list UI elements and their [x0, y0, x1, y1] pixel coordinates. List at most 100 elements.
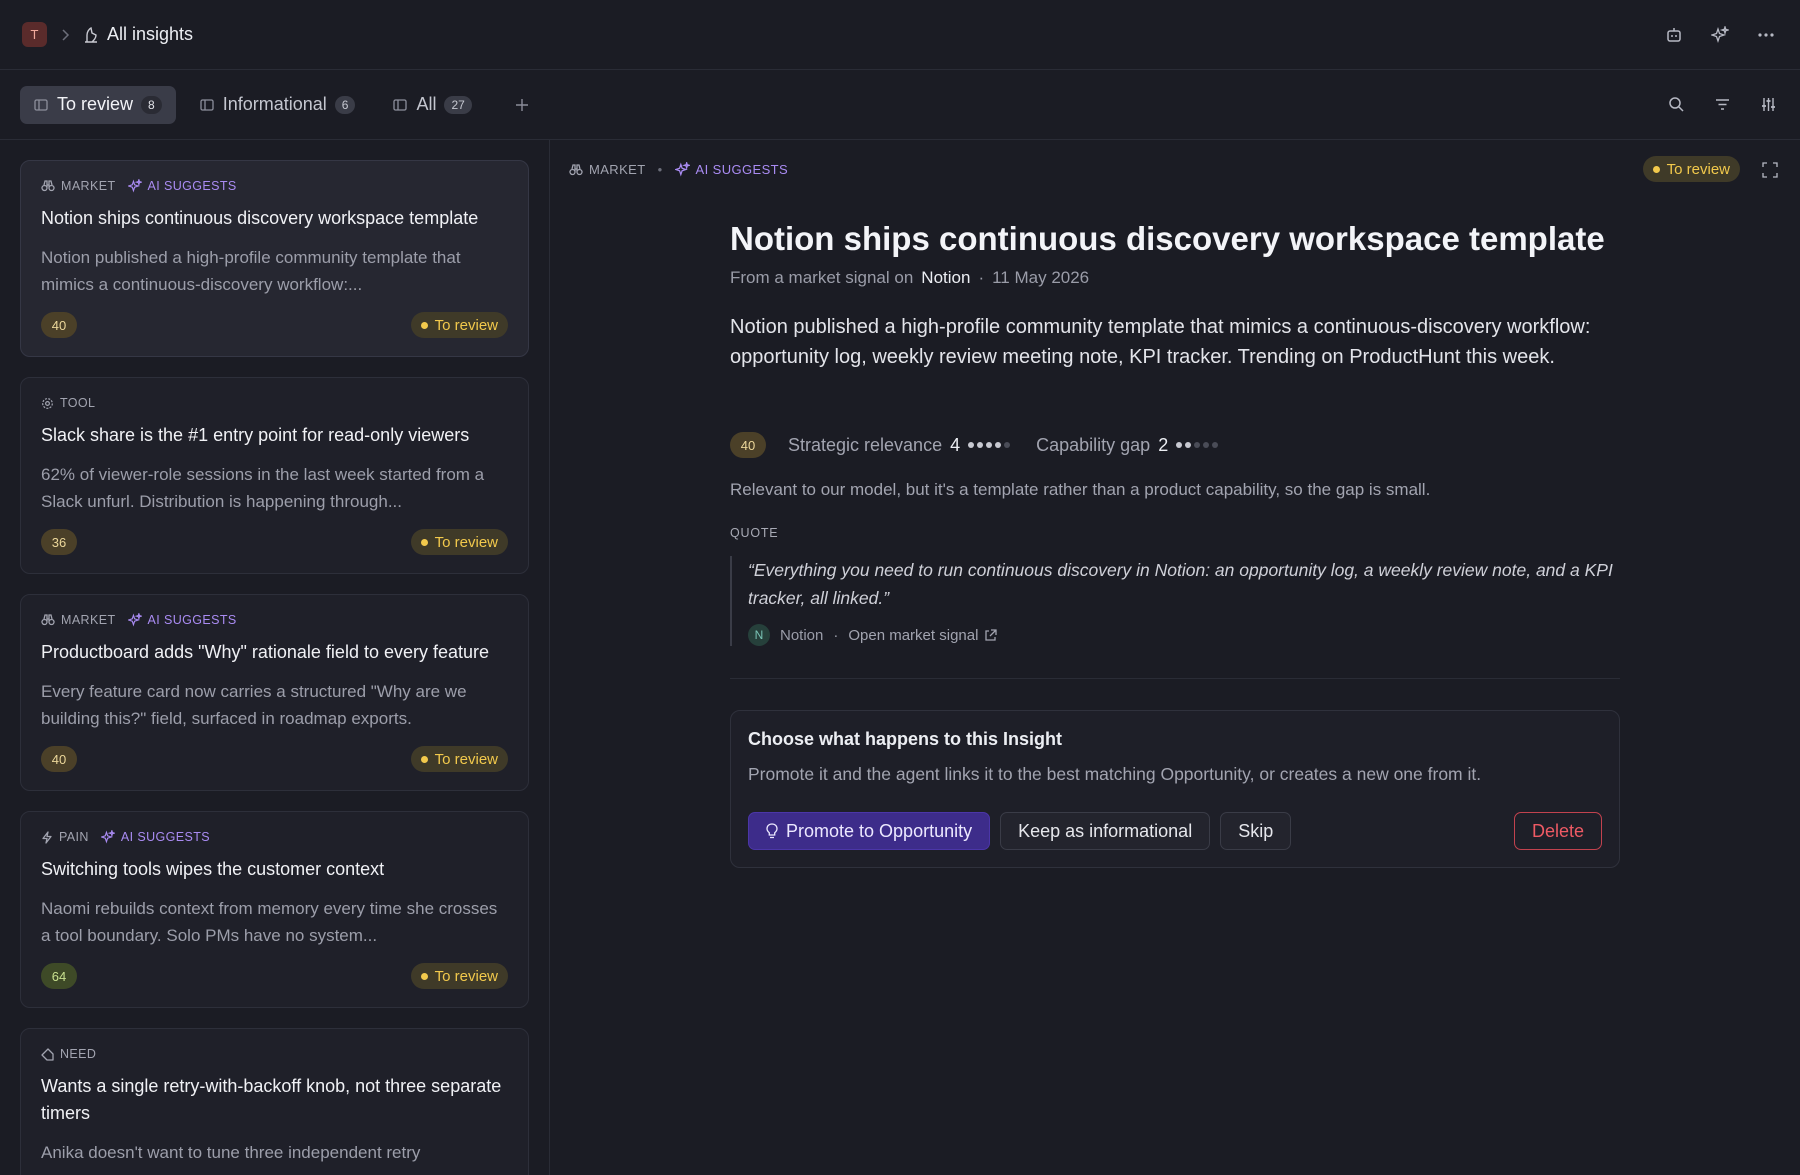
- rating-dot: [1212, 442, 1219, 448]
- score-badge: 40: [41, 746, 77, 772]
- quote-block: “Everything you need to run continuous d…: [730, 556, 1620, 646]
- score-badge: 36: [41, 529, 77, 555]
- capability-gap: Capability gap 2: [1036, 435, 1219, 456]
- tab-count: 27: [444, 95, 472, 114]
- card-body: Naomi rebuilds context from memory every…: [41, 899, 498, 945]
- status-badge: To review: [410, 529, 508, 555]
- rating-dot: [1203, 442, 1210, 448]
- action-subtitle: Promote it and the agent links it to the…: [748, 764, 1482, 784]
- status-badge: To review: [410, 312, 508, 338]
- ai-suggests-tag: AI SUGGESTS: [674, 162, 789, 177]
- keep-as-informational-button[interactable]: Keep as informational: [1000, 812, 1211, 850]
- more-icon[interactable]: [1754, 23, 1778, 47]
- quote-text: “Everything you need to run continuous d…: [748, 560, 1613, 608]
- dot-separator: •: [657, 162, 663, 177]
- tab-label: Informational: [222, 94, 327, 114]
- tab-count: 6: [334, 95, 356, 114]
- promote-to-opportunity-button[interactable]: Promote to Opportunity: [748, 812, 991, 850]
- view-tabs: To review 8 Informational 6 All 27: [0, 70, 1800, 140]
- tab-count: 8: [141, 95, 162, 114]
- insight-card[interactable]: NEED Wants a single retry-with-backoff k…: [20, 1028, 529, 1175]
- action-title: Choose what happens to this Insight: [748, 729, 1063, 749]
- tab-informational[interactable]: Informational 6: [186, 86, 370, 124]
- chevron-right-icon: [59, 28, 71, 42]
- insight-card[interactable]: MARKET AI SUGGESTS Productboard adds "Wh…: [20, 594, 529, 791]
- rating-dot: [977, 442, 984, 448]
- sparkles-icon[interactable]: [1708, 23, 1732, 47]
- insight-card[interactable]: TOOL Slack share is the #1 entry point f…: [20, 377, 529, 574]
- view-icon: [200, 98, 214, 111]
- expand-icon[interactable]: [1758, 158, 1782, 182]
- tab-to-review[interactable]: To review 8: [20, 85, 176, 124]
- filter-icon[interactable]: [1710, 93, 1734, 117]
- insight-description: Notion published a high-profile communit…: [730, 316, 1591, 368]
- tab-label: To review: [57, 94, 134, 114]
- gear-icon: [42, 397, 53, 409]
- delete-button[interactable]: Delete: [1513, 812, 1602, 850]
- quote-source: Notion: [780, 626, 824, 644]
- tool-tag: TOOL: [41, 396, 95, 410]
- source-link[interactable]: Notion: [921, 268, 970, 288]
- status-dropdown[interactable]: To review: [1642, 156, 1740, 182]
- score-badge: 40: [41, 312, 77, 338]
- card-title: Productboard adds "Why" rationale field …: [41, 642, 490, 662]
- card-body: Anika doesn't want to tune three indepen…: [41, 1143, 421, 1162]
- ai-suggests-tag: AI SUGGESTS: [127, 613, 237, 627]
- rating-dot: [986, 442, 993, 448]
- open-market-signal-link[interactable]: Open market signal: [848, 627, 998, 644]
- rating-dot: [995, 442, 1002, 448]
- card-title: Notion ships continuous discovery worksp…: [41, 208, 479, 228]
- market-tag: MARKET: [41, 179, 116, 193]
- score-badge: 64: [41, 963, 77, 989]
- rating-dot: [1176, 442, 1183, 448]
- ai-suggests-tag: AI SUGGESTS: [100, 830, 210, 844]
- need-tag: NEED: [41, 1047, 96, 1061]
- workspace-badge[interactable]: T: [22, 22, 47, 47]
- ai-suggests-tag: AI SUGGESTS: [127, 179, 237, 193]
- insight-date: 11 May 2026: [992, 268, 1090, 287]
- insight-icon: [83, 26, 99, 44]
- binoculars-icon: [41, 614, 55, 626]
- score-row: 40 Strategic relevance 4 Capability gap …: [730, 432, 1234, 458]
- display-settings-icon[interactable]: [1756, 93, 1780, 117]
- rating-dot: [968, 442, 975, 448]
- quote-label: QUOTE: [730, 526, 779, 540]
- view-icon: [34, 98, 48, 111]
- insight-meta: From a market signal on Notion · 11 May …: [730, 268, 1090, 288]
- score-rationale: Relevant to our model, but it's a templa…: [730, 480, 1431, 499]
- insight-title: Notion ships continuous discovery worksp…: [730, 220, 1605, 257]
- divider: [730, 678, 1620, 679]
- sparkles-icon: [674, 162, 690, 177]
- skip-button[interactable]: Skip: [1220, 812, 1292, 850]
- insight-list: MARKET AI SUGGESTS Notion ships continuo…: [0, 140, 550, 1175]
- card-body: Notion published a high-profile communit…: [41, 248, 461, 294]
- tab-all[interactable]: All 27: [379, 86, 485, 124]
- bot-icon[interactable]: [1662, 23, 1686, 47]
- rating-dot: [1194, 442, 1201, 448]
- search-icon[interactable]: [1664, 93, 1688, 117]
- external-link-icon: [985, 628, 998, 641]
- pain-tag: PAIN: [41, 830, 89, 844]
- binoculars-icon: [569, 163, 583, 175]
- sparkles-icon: [127, 179, 142, 193]
- sparkles-icon: [100, 830, 115, 844]
- card-title: Slack share is the #1 entry point for re…: [41, 425, 470, 445]
- insight-action-panel: Choose what happens to this Insight Prom…: [730, 710, 1620, 868]
- score-badge: 40: [730, 432, 766, 458]
- insight-card[interactable]: MARKET AI SUGGESTS Notion ships continuo…: [20, 160, 529, 357]
- sparkles-icon: [127, 613, 142, 627]
- insight-card[interactable]: PAIN AI SUGGESTS Switching tools wipes t…: [20, 811, 529, 1008]
- card-title: Switching tools wipes the customer conte…: [41, 859, 385, 879]
- card-title: Wants a single retry-with-backoff knob, …: [41, 1076, 502, 1123]
- status-badge: To review: [410, 746, 508, 772]
- strategic-relevance-dots: [968, 442, 1011, 448]
- add-view-icon[interactable]: [514, 97, 530, 113]
- capability-gap-dots: [1176, 442, 1219, 448]
- tag-icon: [41, 1047, 54, 1061]
- page-title: All insights: [107, 24, 194, 44]
- binoculars-icon: [41, 180, 55, 192]
- top-bar: T All insights: [0, 0, 1800, 70]
- tab-label: All: [416, 94, 437, 114]
- strategic-relevance: Strategic relevance 4: [788, 435, 1011, 456]
- market-tag: MARKET: [569, 162, 646, 177]
